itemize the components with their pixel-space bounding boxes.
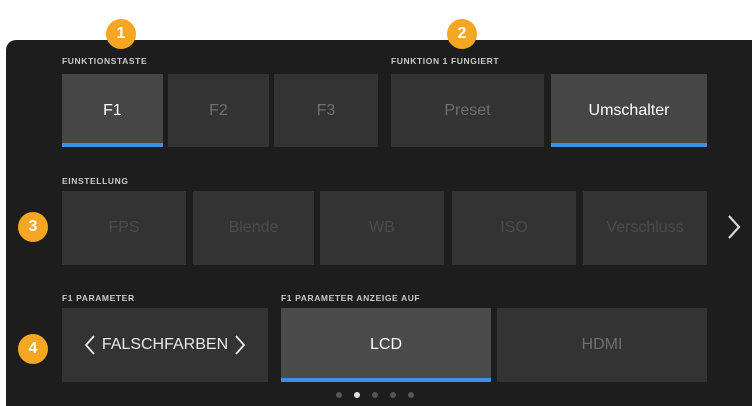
page-dot-3[interactable] [372,392,378,398]
page-dot-1[interactable] [336,392,342,398]
callout-badge-2: 2 [447,19,477,49]
umschalter-button[interactable]: Umschalter [551,74,707,147]
preset-button-label: Preset [444,101,491,119]
page-indicator [336,392,414,398]
page-dot-5[interactable] [408,392,414,398]
scroll-right-arrow-icon[interactable] [726,213,742,241]
hdmi-button-label: HDMI [581,336,623,353]
iso-button[interactable]: ISO [452,191,576,265]
lcd-button[interactable]: LCD [281,308,491,382]
lcd-button-label: LCD [369,336,402,353]
umschalter-button-label: Umschalter [588,101,670,119]
f1-parameter-anzeige-label: F1 PARAMETER ANZEIGE AUF [281,293,421,303]
blende-button[interactable]: Blende [193,191,314,265]
preset-button[interactable]: Preset [391,74,544,147]
f1-parameter-value: FALSCHFARBEN [101,336,229,353]
verschluss-button-label: Verschluss [606,219,684,236]
chevron-left-icon[interactable] [84,334,96,356]
f1-selected-indicator [62,143,163,147]
f1-button[interactable]: F1 [62,74,163,147]
callout-badge-4: 4 [18,334,48,364]
f2-button[interactable]: F2 [168,74,269,147]
fps-button-label: FPS [108,219,140,236]
f1-button-label: F1 [103,101,122,119]
f3-button[interactable]: F3 [274,74,378,147]
page-dot-2-current[interactable] [354,392,360,398]
f3-button-label: F3 [316,101,336,119]
umschalter-selected-indicator [551,143,707,147]
chevron-right-icon[interactable] [234,334,246,356]
einstellung-label: EINSTELLUNG [62,176,129,186]
verschluss-button[interactable]: Verschluss [583,191,707,265]
funktionstaste-label: FUNKTIONSTASTE [62,56,148,66]
fps-button[interactable]: FPS [62,191,186,265]
hdmi-button[interactable]: HDMI [497,308,707,382]
blende-button-label: Blende [228,219,279,236]
callout-badge-1: 1 [106,19,136,49]
iso-button-label: ISO [500,219,528,236]
callout-badge-3: 3 [18,212,48,242]
wb-button-label: WB [369,219,395,236]
page-dot-4[interactable] [390,392,396,398]
f1-parameter-selector[interactable]: FALSCHFARBEN [62,308,268,382]
lcd-selected-indicator [281,378,491,382]
f2-button-label: F2 [209,101,228,119]
funktion-fungiert-label: FUNKTION 1 FUNGIERT [391,56,500,66]
f1-parameter-label: F1 PARAMETER [62,293,135,303]
wb-button[interactable]: WB [320,191,444,265]
